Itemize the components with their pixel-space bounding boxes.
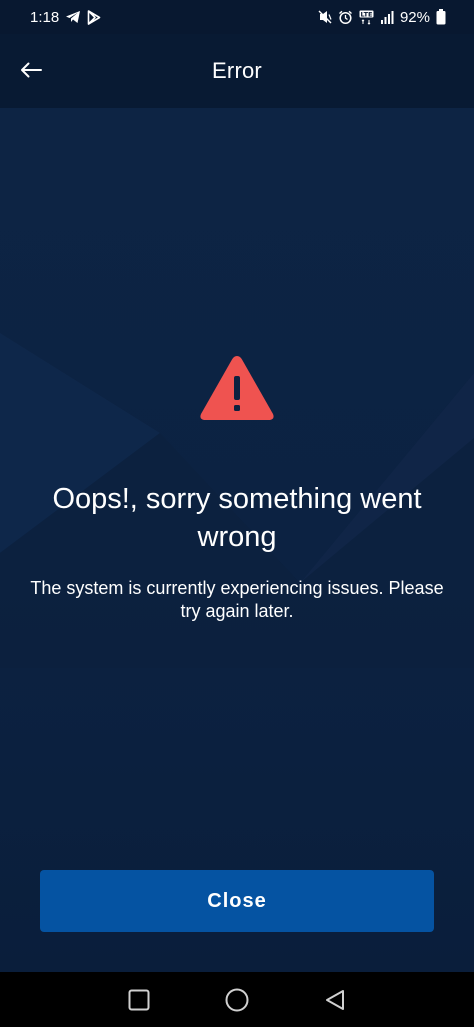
battery-percent: 92% <box>399 8 430 26</box>
svg-text:LTE: LTE <box>360 10 372 18</box>
lte-icon: LTE <box>359 10 374 25</box>
status-right: LTE 92% <box>318 9 446 26</box>
play-store-icon <box>87 9 101 25</box>
mute-icon <box>318 10 332 24</box>
signal-icon <box>380 10 394 24</box>
error-content: Oops!, sorry something went wrong The sy… <box>0 108 474 972</box>
status-time: 1:18 <box>30 8 60 26</box>
arrow-left-icon <box>20 62 42 78</box>
close-button[interactable]: Close <box>40 870 434 932</box>
error-heading: Oops!, sorry something went wrong <box>52 483 422 553</box>
warning-icon <box>198 352 276 424</box>
back-icon[interactable] <box>320 985 350 1015</box>
error-screen: 1:18 LTE 92% Error Oops!, sorry somethin… <box>0 0 474 1027</box>
system-nav-bar <box>0 972 474 1027</box>
back-button[interactable] <box>14 53 48 87</box>
recents-icon[interactable] <box>124 985 154 1015</box>
telegram-icon <box>65 10 81 24</box>
page-title: Error <box>212 58 262 83</box>
status-left: 1:18 <box>30 9 101 26</box>
error-message: The system is currently experiencing iss… <box>30 578 444 621</box>
battery-icon <box>436 9 446 25</box>
home-icon[interactable] <box>222 985 252 1015</box>
alarm-icon <box>338 10 353 25</box>
app-header: Error <box>0 34 474 108</box>
status-bar: 1:18 LTE 92% <box>0 0 474 34</box>
